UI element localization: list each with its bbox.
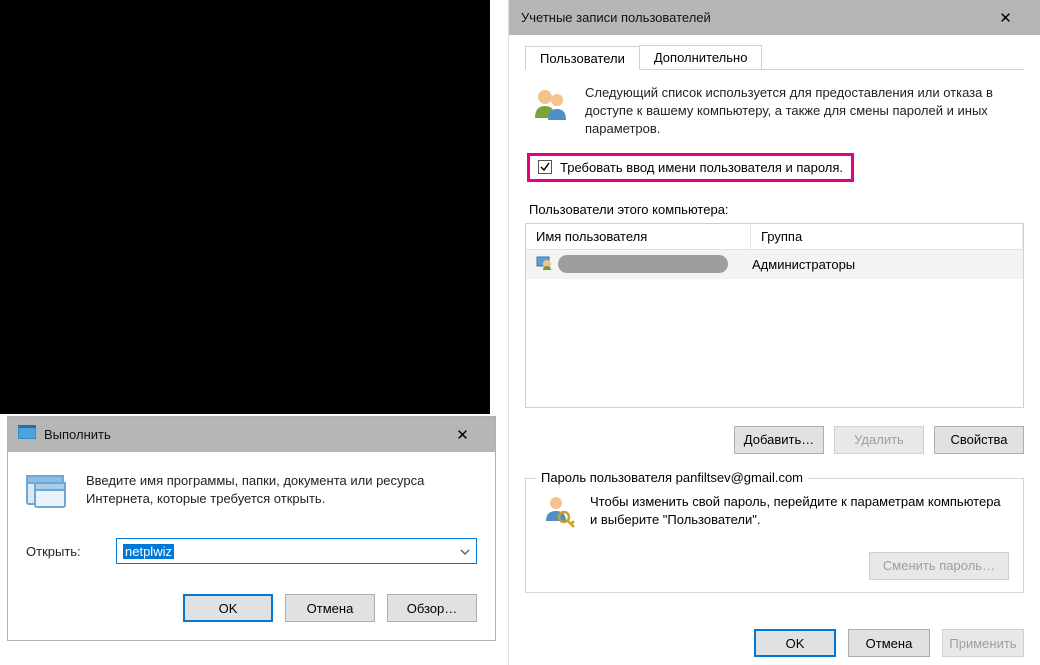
user-accounts-dialog: Учетные записи пользователей ✕ Пользоват… (508, 0, 1040, 665)
table-row[interactable]: Администраторы (526, 250, 1023, 279)
tab-advanced[interactable]: Дополнительно (639, 45, 763, 69)
close-icon[interactable]: ✕ (983, 9, 1028, 27)
desktop-background (0, 0, 490, 414)
remove-button: Удалить (834, 426, 924, 454)
tab-users[interactable]: Пользователи (525, 46, 640, 70)
change-password-button: Сменить пароль… (869, 552, 1009, 580)
dialog-footer: OK Отмена Применить (754, 629, 1024, 657)
run-description: Введите имя программы, папки, документа … (86, 472, 477, 508)
browse-button[interactable]: Обзор… (387, 594, 477, 622)
key-user-icon (540, 493, 576, 534)
add-button[interactable]: Добавить… (734, 426, 824, 454)
require-credentials-highlight: Требовать ввод имени пользователя и паро… (527, 153, 854, 182)
tab-row: Пользователи Дополнительно (525, 45, 1024, 70)
run-window-icon (18, 425, 36, 444)
col-group[interactable]: Группа (751, 224, 1023, 249)
uac-title: Учетные записи пользователей (521, 10, 983, 25)
open-input-value: netplwiz (123, 544, 174, 559)
users-list-label: Пользователи этого компьютера: (529, 202, 1020, 217)
col-username[interactable]: Имя пользователя (526, 224, 751, 249)
ok-button[interactable]: OK (183, 594, 273, 622)
properties-button[interactable]: Свойства (934, 426, 1024, 454)
run-dialog: Выполнить ✕ Введите имя программы, папки… (7, 416, 496, 641)
chevron-down-icon[interactable] (460, 542, 470, 560)
require-credentials-checkbox[interactable] (538, 160, 552, 174)
password-section: Пароль пользователя panfiltsev@gmail.com… (525, 478, 1024, 593)
password-text: Чтобы изменить свой пароль, перейдите к … (590, 493, 1009, 529)
cancel-button[interactable]: Отмена (848, 629, 930, 657)
user-group-cell: Администраторы (752, 257, 855, 272)
uac-description: Следующий список используется для предос… (585, 84, 1018, 139)
run-titlebar: Выполнить ✕ (8, 417, 495, 452)
require-credentials-label[interactable]: Требовать ввод имени пользователя и паро… (560, 160, 843, 175)
user-row-icon (536, 254, 552, 275)
ok-button[interactable]: OK (754, 629, 836, 657)
users-icon (531, 84, 571, 139)
run-title: Выполнить (44, 427, 440, 442)
open-input[interactable]: netplwiz (116, 538, 477, 564)
apply-button: Применить (942, 629, 1024, 657)
users-list-header: Имя пользователя Группа (526, 224, 1023, 250)
cancel-button[interactable]: Отмена (285, 594, 375, 622)
password-legend: Пароль пользователя panfiltsev@gmail.com (536, 470, 808, 485)
users-list: Имя пользователя Группа Администраторы (525, 223, 1024, 408)
close-icon[interactable]: ✕ (440, 426, 485, 444)
open-label: Открыть: (26, 544, 96, 559)
run-app-icon (26, 472, 68, 510)
username-redacted (558, 255, 728, 273)
uac-titlebar: Учетные записи пользователей ✕ (509, 0, 1040, 35)
